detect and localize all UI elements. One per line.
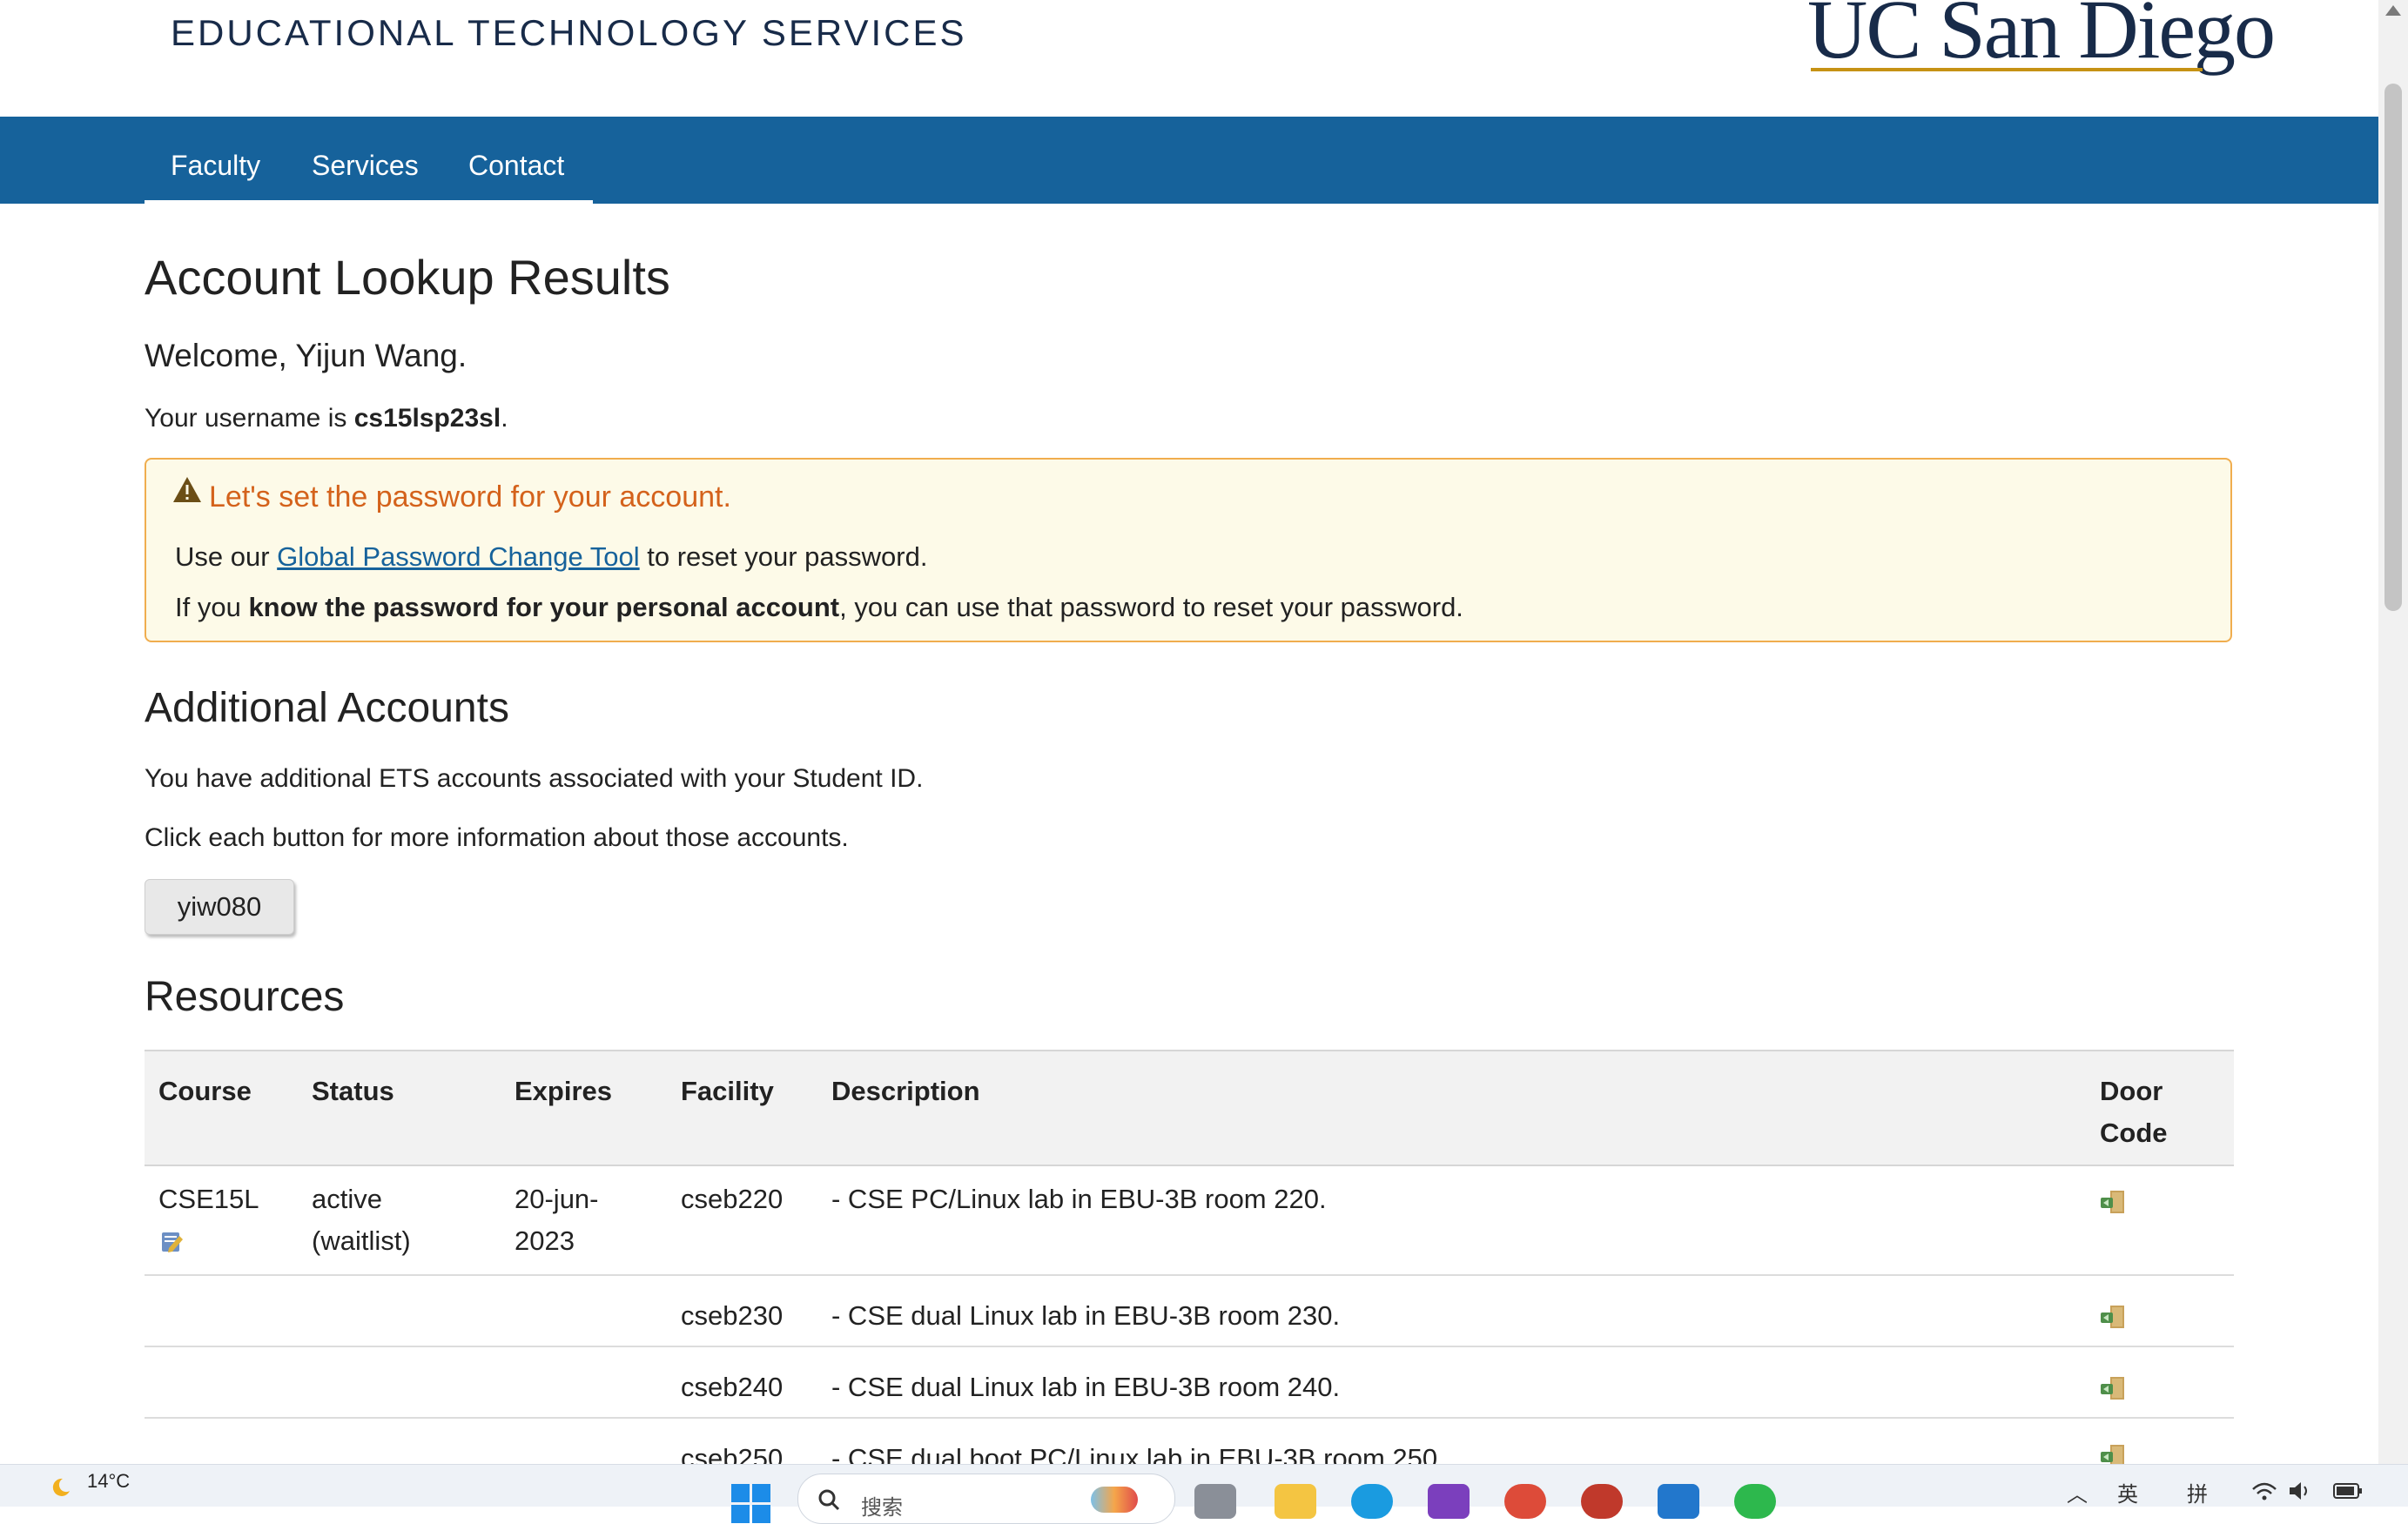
col-status: Status	[312, 1076, 394, 1106]
search-highlight-icon	[1091, 1487, 1138, 1513]
resources-heading: Resources	[145, 974, 345, 1020]
chrome-profile-icon[interactable]	[1581, 1484, 1623, 1519]
nav-services[interactable]: Services	[312, 150, 419, 182]
browser-page: EDUCATIONAL TECHNOLOGY SERVICES UC San D…	[0, 0, 2378, 1464]
chrome-icon[interactable]	[1504, 1484, 1546, 1519]
row1-description: - CSE PC/Linux lab in EBU-3B room 220.	[831, 1184, 1327, 1214]
row-divider	[145, 1346, 2234, 1347]
row4-facility: cseb250	[681, 1443, 784, 1464]
col-facility: Facility	[681, 1076, 774, 1106]
vertical-scrollbar[interactable]	[2378, 0, 2408, 1464]
wifi-icon[interactable]	[2251, 1480, 2277, 1501]
wechat-icon[interactable]	[1734, 1484, 1776, 1519]
ucsd-logo[interactable]: UC San Diego	[1807, 0, 2276, 71]
taskbar-search[interactable]: 搜索	[797, 1474, 1175, 1524]
door-code-icon[interactable]	[2100, 1375, 2128, 1401]
alert-title: Let's set the password for your account.	[209, 480, 731, 514]
vscode-icon[interactable]	[1658, 1484, 1699, 1519]
tray-chevron-up-icon[interactable]: ︿	[2067, 1477, 2088, 1507]
row-divider	[145, 1417, 2234, 1419]
nav-contact[interactable]: Contact	[468, 150, 564, 182]
password-alert: Let's set the password for your account.…	[145, 458, 2232, 642]
search-icon	[818, 1489, 840, 1511]
col-description: Description	[831, 1076, 980, 1106]
row4-description: - CSE dual boot PC/Linux lab in EBU-3B r…	[831, 1443, 1445, 1464]
username-line: Your username is cs15lsp23sl.	[145, 404, 508, 433]
tray-ime[interactable]: 拼	[2187, 1477, 2208, 1507]
weather-temperature[interactable]: 14°C	[87, 1470, 130, 1493]
alert-line-2: If you know the password for your person…	[175, 592, 1463, 622]
page-title: Account Lookup Results	[145, 250, 670, 305]
table-header: Course Status Expires Facility Descripti…	[145, 1050, 2234, 1166]
alert-line-1: Use our Global Password Change Tool to r…	[175, 541, 928, 572]
additional-accounts-text: You have additional ETS accounts associa…	[145, 764, 924, 793]
col-expires: Expires	[515, 1076, 613, 1106]
row1-status: active (waitlist)	[312, 1184, 411, 1256]
main-nav: Faculty Services Contact	[0, 117, 2378, 204]
row3-facility: cseb240	[681, 1372, 784, 1402]
battery-icon[interactable]	[2333, 1482, 2363, 1500]
row1-facility: cseb220	[681, 1184, 784, 1214]
row2-facility: cseb230	[681, 1300, 784, 1331]
col-course: Course	[158, 1076, 252, 1106]
volume-icon[interactable]	[2288, 1480, 2314, 1501]
additional-accounts-instructions: Click each button for more information a…	[145, 823, 849, 852]
edge-browser-icon[interactable]	[1351, 1484, 1393, 1519]
tray-language[interactable]: 英	[2117, 1477, 2138, 1507]
weather-moon-icon[interactable]	[50, 1477, 71, 1498]
door-code-icon[interactable]	[2100, 1304, 2128, 1330]
scroll-up-icon[interactable]	[2385, 5, 2401, 16]
windows-taskbar: 14°C 搜索 ︿ 英 拼	[0, 1464, 2408, 1524]
edit-icon[interactable]	[160, 1229, 185, 1253]
welcome-message: Welcome, Yijun Wang.	[145, 338, 467, 373]
username-value: cs15lsp23sl	[353, 404, 501, 433]
account-button-yiw080[interactable]: yiw080	[145, 879, 294, 935]
row1-expires: 20-jun- 2023	[515, 1184, 599, 1256]
door-code-icon[interactable]	[2100, 1189, 2128, 1215]
row-divider	[145, 1274, 2234, 1276]
nav-active-underline	[145, 200, 593, 204]
site-title: EDUCATIONAL TECHNOLOGY SERVICES	[171, 12, 967, 53]
additional-accounts-heading: Additional Accounts	[145, 685, 509, 731]
scroll-thumb[interactable]	[2384, 84, 2402, 611]
task-view-icon[interactable]	[1194, 1484, 1236, 1519]
global-password-change-tool-link[interactable]: Global Password Change Tool	[277, 541, 639, 572]
file-explorer-icon[interactable]	[1275, 1484, 1316, 1519]
row3-description: - CSE dual Linux lab in EBU-3B room 240.	[831, 1372, 1341, 1402]
windows-start-icon[interactable]	[731, 1484, 771, 1524]
warning-icon	[173, 477, 201, 502]
onenote-icon[interactable]	[1428, 1484, 1470, 1519]
nav-faculty[interactable]: Faculty	[171, 150, 260, 182]
row2-description: - CSE dual Linux lab in EBU-3B room 230.	[831, 1300, 1341, 1331]
row1-course: CSE15L	[158, 1184, 259, 1214]
door-code-icon[interactable]	[2100, 1443, 2128, 1464]
logo-underline	[1811, 68, 2203, 71]
col-door-code: Door Code	[2100, 1076, 2168, 1148]
